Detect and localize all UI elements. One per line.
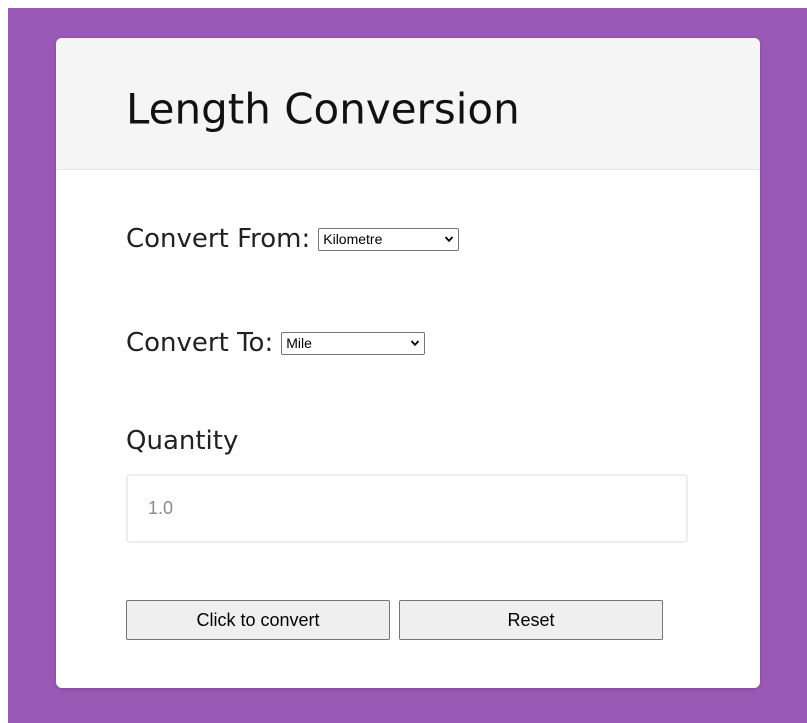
conversion-card: Length Conversion Convert From: Kilometr… — [56, 38, 760, 688]
quantity-input[interactable] — [126, 474, 688, 543]
convert-from-selected-value: Kilometre — [323, 231, 383, 247]
convert-to-select[interactable]: Mile — [281, 331, 426, 355]
convert-from-label: Convert From: — [126, 224, 311, 254]
card-header: Length Conversion — [56, 38, 760, 170]
chevron-down-icon — [444, 234, 454, 244]
convert-from-row: Convert From: Kilometre — [126, 224, 460, 254]
reset-button[interactable]: Reset — [399, 600, 663, 640]
convert-to-label: Convert To: — [126, 328, 274, 358]
convert-to-row: Convert To: Mile — [126, 328, 426, 358]
convert-from-select[interactable]: Kilometre — [318, 227, 460, 251]
convert-to-selected-value: Mile — [286, 335, 312, 351]
convert-button[interactable]: Click to convert — [126, 600, 390, 640]
page-title: Length Conversion — [126, 84, 520, 134]
chevron-down-icon — [410, 338, 420, 348]
quantity-label: Quantity — [126, 426, 239, 456]
